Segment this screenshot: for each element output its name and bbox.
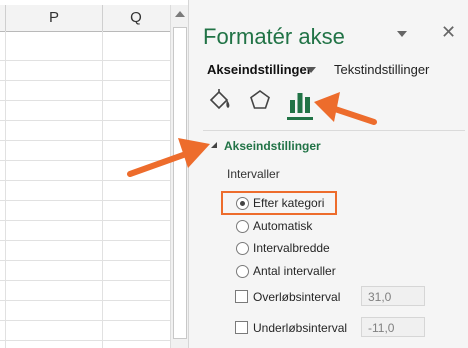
pane-title: Formatér akse (203, 24, 345, 49)
radio-number-of-bins[interactable] (236, 265, 249, 278)
axis-options-bars-icon[interactable] (288, 91, 312, 113)
row-line (0, 100, 170, 101)
radio-automatic[interactable] (236, 220, 249, 233)
tab-text-options[interactable]: Tekstindstillinger (334, 62, 429, 77)
close-icon[interactable]: ✕ (441, 22, 456, 43)
overflow-bin-input[interactable]: 31,0 (361, 286, 425, 306)
column-header-q[interactable]: Q (103, 5, 169, 31)
row-line (0, 120, 170, 121)
option-label[interactable]: Overløbsinterval (253, 290, 340, 304)
tab-axis-options[interactable]: Akseindstillinger (207, 62, 312, 77)
column-header-p[interactable]: P (6, 5, 103, 31)
row-line (0, 260, 170, 261)
option-label[interactable]: Automatisk (253, 219, 312, 233)
option-label[interactable]: Underløbsinterval (253, 321, 347, 335)
pane-options-dropdown-icon[interactable] (397, 31, 407, 37)
effects-pentagon-icon[interactable] (249, 89, 271, 111)
group-label-intervals: Intervaller (227, 167, 280, 181)
fill-line-icon[interactable] (207, 88, 233, 112)
row-line (0, 60, 170, 61)
callout-arrow-icon (127, 138, 210, 177)
column-header-row: P Q (0, 5, 170, 32)
row-line (0, 340, 170, 341)
option-label[interactable]: Intervalbredde (253, 241, 330, 255)
row-line (0, 80, 170, 81)
underflow-bin-input[interactable]: -11,0 (361, 317, 425, 337)
checkbox-overflow-bin[interactable] (235, 290, 248, 303)
chevron-down-icon[interactable] (306, 67, 316, 73)
callout-highlight-box (221, 191, 337, 215)
scroll-up-arrow-icon[interactable] (175, 11, 185, 17)
radio-bin-width[interactable] (236, 242, 249, 255)
section-axis-options[interactable]: Akseindstillinger (224, 139, 321, 153)
row-line (0, 320, 170, 321)
row-line (0, 220, 170, 221)
row-line (0, 240, 170, 241)
row-line (0, 200, 170, 201)
row-line (0, 300, 170, 301)
checkbox-underflow-bin[interactable] (235, 321, 248, 334)
scroll-thumb[interactable] (173, 27, 187, 339)
callout-arrow-icon (314, 92, 377, 125)
row-line (0, 280, 170, 281)
option-label[interactable]: Antal intervaller (253, 264, 336, 278)
